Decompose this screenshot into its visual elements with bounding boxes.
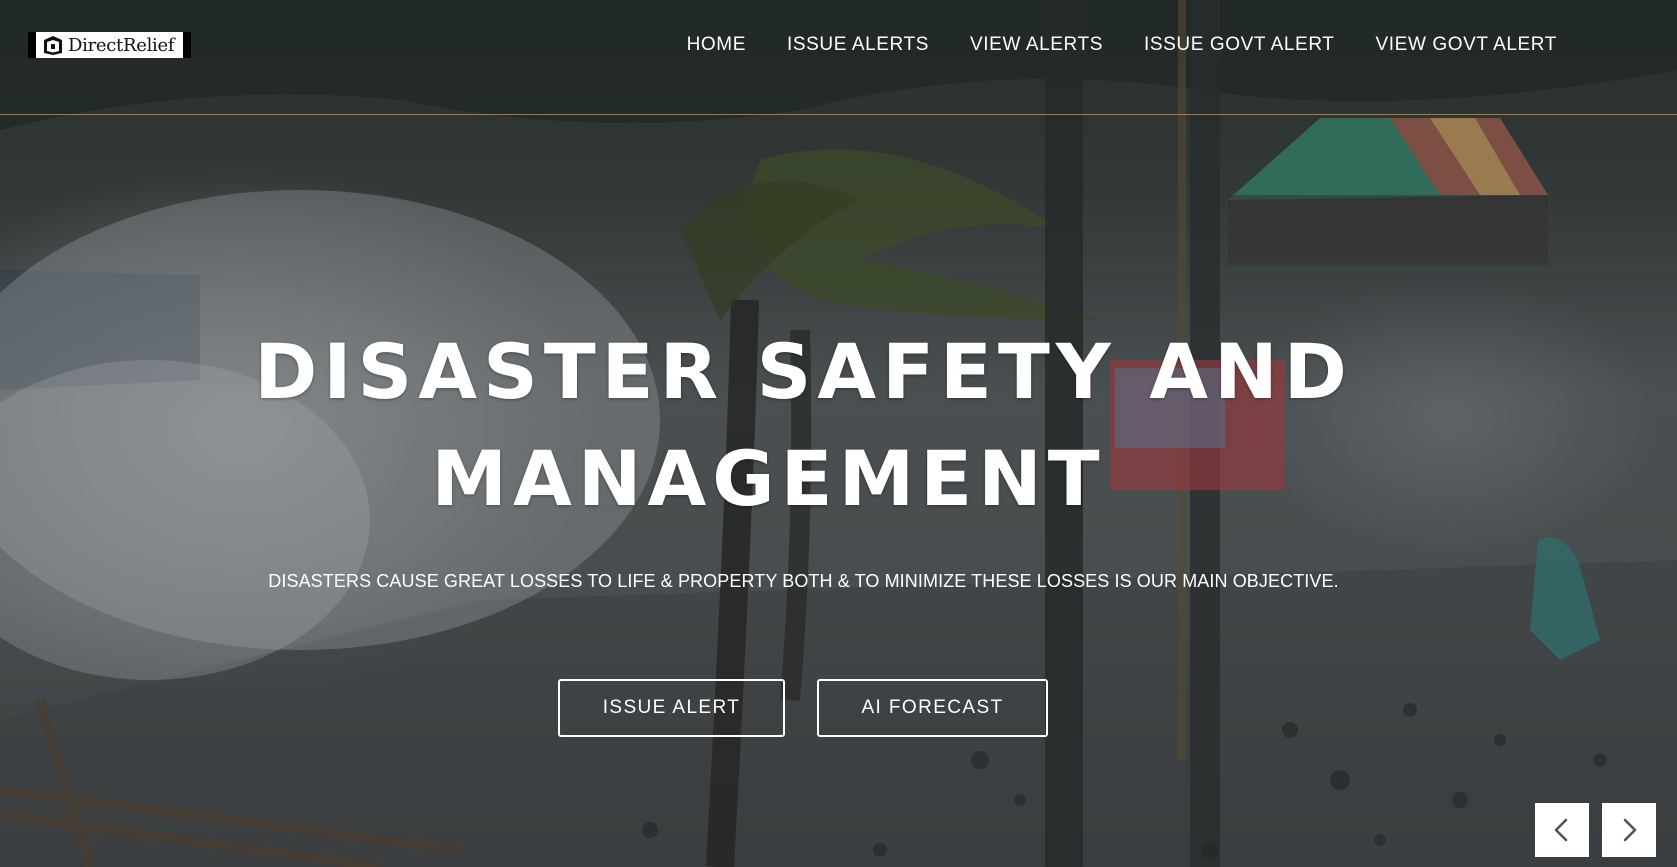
brand-logo-text: DirectRelief [68, 34, 175, 56]
hero-headline: DISASTER SAFETY AND MANAGEMENT [0, 318, 1677, 532]
direct-relief-logo-icon [44, 36, 62, 55]
hero-headline-line-1: DISASTER SAFETY AND [254, 327, 1353, 416]
chevron-right-icon [1623, 818, 1637, 842]
issue-alert-button[interactable]: ISSUE ALERT [558, 679, 785, 737]
hero-section: DirectRelief HOME ISSUE ALERTS VIEW ALER… [0, 0, 1677, 867]
hero-headline-line-2: MANAGEMENT [431, 434, 1106, 523]
carousel-prev-button[interactable] [1535, 803, 1589, 857]
nav-view-alerts[interactable]: VIEW ALERTS [970, 34, 1103, 56]
brand-logo[interactable]: DirectRelief [28, 32, 191, 58]
nav-view-govt-alert[interactable]: VIEW GOVT ALERT [1376, 34, 1557, 56]
ai-forecast-button[interactable]: AI FORECAST [817, 679, 1048, 737]
main-nav: HOME ISSUE ALERTS VIEW ALERTS ISSUE GOVT… [646, 34, 1557, 56]
nav-issue-alerts[interactable]: ISSUE ALERTS [787, 34, 929, 56]
chevron-left-icon [1554, 818, 1568, 842]
hero-subtitle: DISASTERS CAUSE GREAT LOSSES TO LIFE & P… [268, 571, 1339, 591]
nav-home[interactable]: HOME [687, 34, 746, 56]
carousel-next-button[interactable] [1602, 803, 1656, 857]
nav-issue-govt-alert[interactable]: ISSUE GOVT ALERT [1144, 34, 1335, 56]
top-navbar: DirectRelief HOME ISSUE ALERTS VIEW ALER… [0, 0, 1677, 115]
